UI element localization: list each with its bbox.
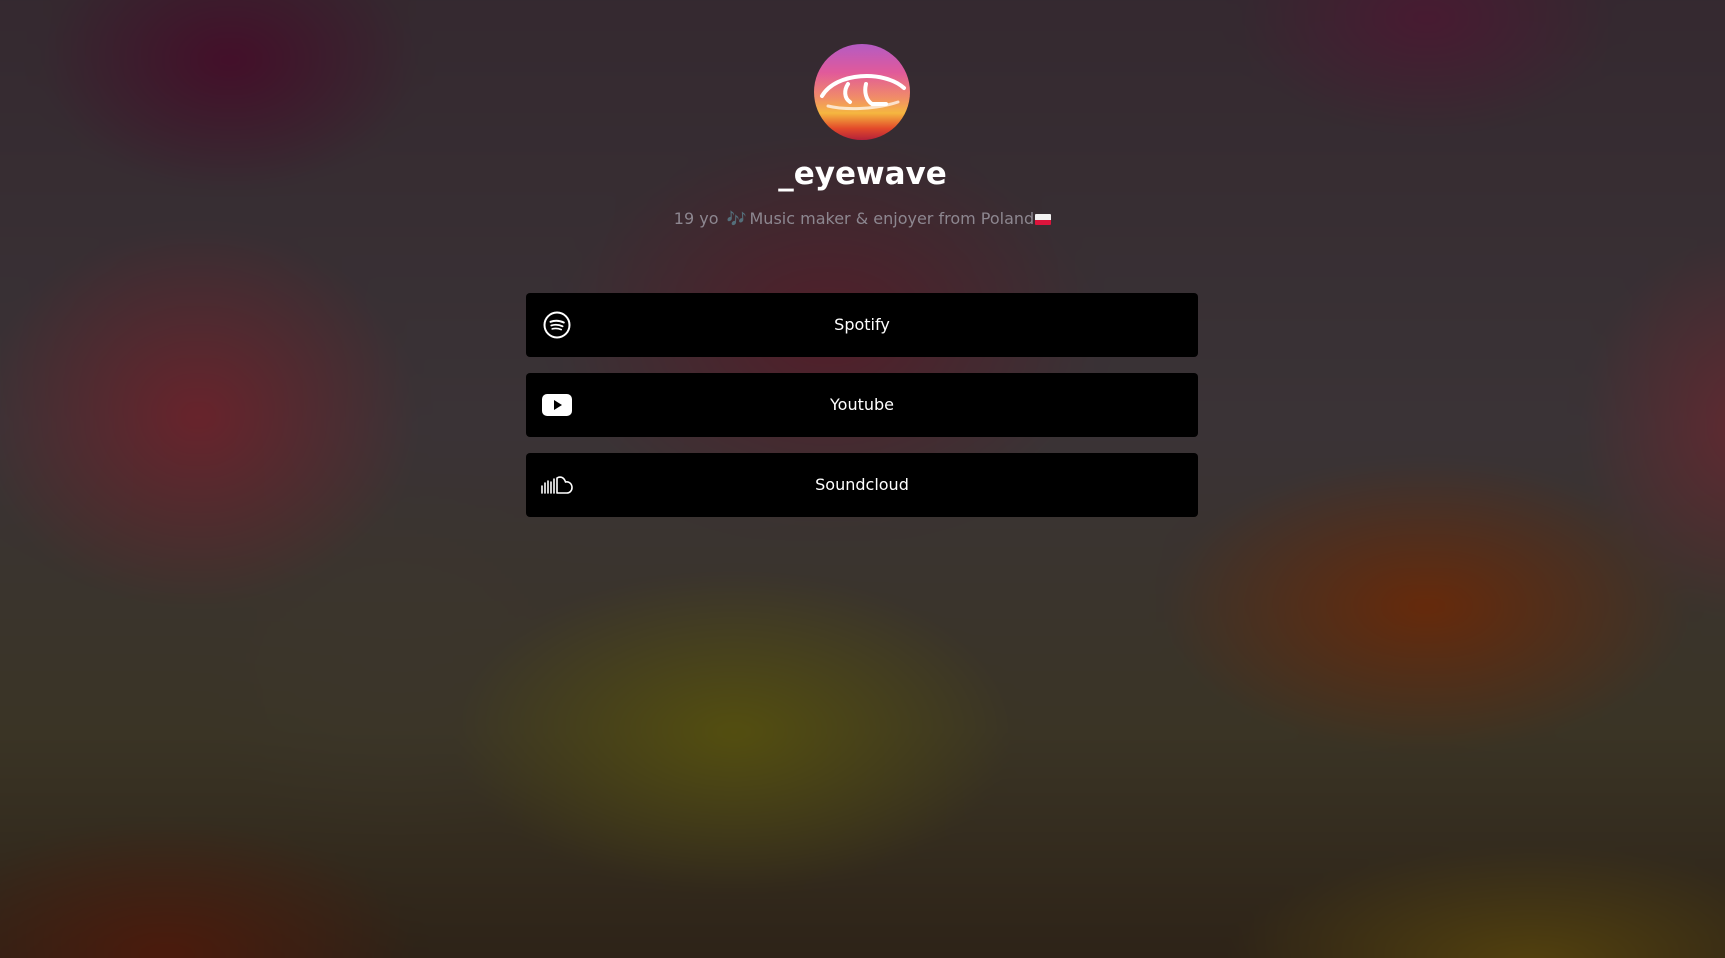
poland-flag-icon [1035,214,1052,225]
music-note-icon: 🎶 [726,209,747,228]
link-list: Spotify Youtube Soundcloud [526,293,1198,533]
bio-description: Music maker & enjoyer from Poland [749,209,1035,228]
avatar-logo [820,74,906,111]
spotify-link-button[interactable]: Spotify [526,293,1198,357]
bio-age: 19 yo [673,209,719,228]
soundcloud-link-button[interactable]: Soundcloud [526,453,1198,517]
youtube-label: Youtube [830,395,894,414]
soundcloud-label: Soundcloud [815,475,909,494]
youtube-link-button[interactable]: Youtube [526,373,1198,437]
profile-name: _eyewave [778,156,947,192]
avatar [814,44,910,140]
profile-bio: 19 yo 🎶 Music maker & enjoyer from Poland [0,208,1725,230]
spotify-label: Spotify [834,315,890,334]
link-profile-page: _eyewave 19 yo 🎶 Music maker & enjoyer fr… [0,0,1725,958]
